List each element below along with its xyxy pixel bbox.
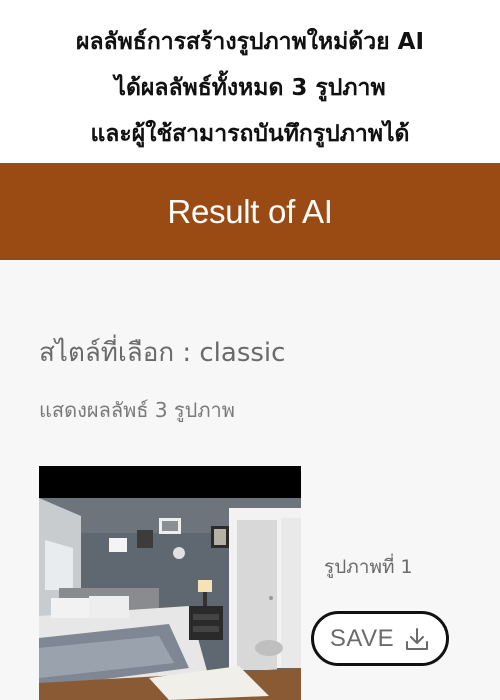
page-title: Result of AI — [167, 192, 333, 230]
result-content: สไตล์ที่เลือก : classic แสดงผลลัพธ์ 3 รู… — [0, 260, 500, 700]
bedroom-photo — [39, 498, 301, 700]
save-button[interactable]: SAVE — [311, 611, 449, 666]
app-header: Result of AI — [0, 163, 500, 260]
caption-line-2: ได้ผลลัพธ์ทั้งหมด 3 รูปภาพ — [114, 75, 386, 101]
download-icon — [406, 627, 429, 650]
selected-style-heading: สไตล์ที่เลือก : classic — [39, 338, 286, 368]
result-count-text: แสดงผลลัพธ์ 3 รูปภาพ — [39, 398, 235, 422]
image-label: รูปภาพที่ 1 — [324, 556, 413, 578]
caption-line-3: และผู้ใช้สามารถบันทึกรูปภาพได้ — [90, 121, 410, 147]
promo-caption: ผลลัพธ์การสร้างรูปภาพใหม่ด้วย AI ได้ผลลั… — [0, 0, 500, 163]
result-image-card — [39, 466, 301, 700]
caption-line-1: ผลลัพธ์การสร้างรูปภาพใหม่ด้วย AI — [75, 29, 425, 55]
save-label: SAVE — [329, 624, 395, 652]
